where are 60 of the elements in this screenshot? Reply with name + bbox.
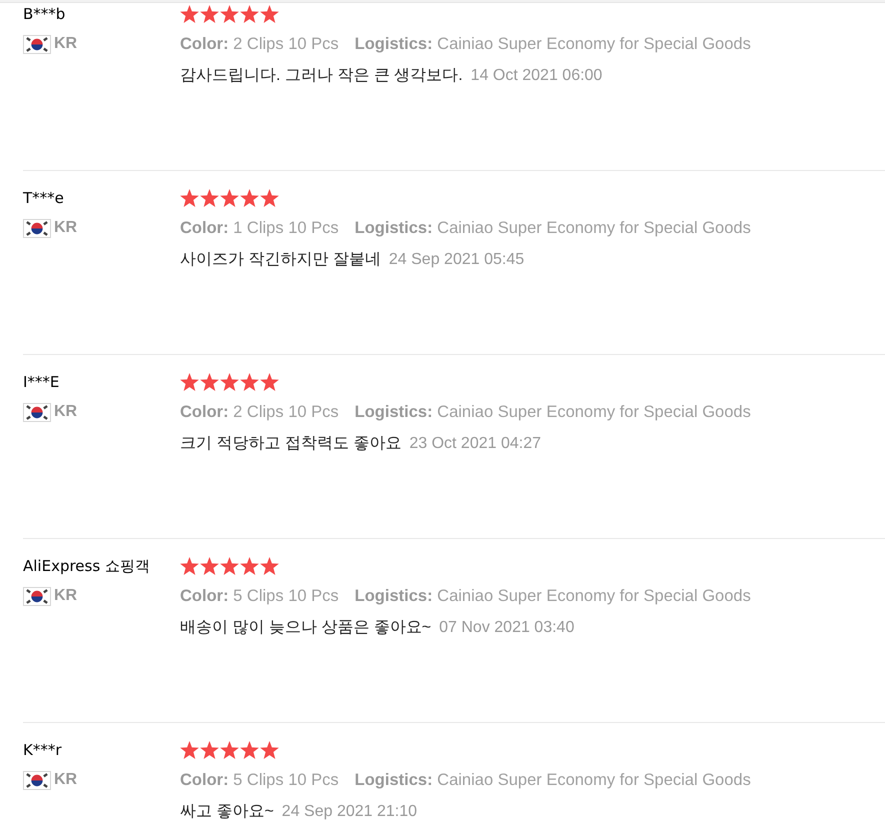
country-code: KR [54, 34, 78, 54]
star-icon [220, 741, 239, 759]
product-attribute: Color: 5 Clips 10 Pcs [180, 586, 339, 606]
star-icon [220, 557, 239, 575]
product-attribute: Color: 5 Clips 10 Pcs [180, 770, 339, 790]
star-icon [200, 557, 219, 575]
flag-icon [23, 770, 51, 790]
star-icon [180, 5, 199, 23]
review-date: 24 Sep 2021 05:45 [388, 250, 524, 270]
review-comment: 싸고 좋아요~ [180, 802, 274, 821]
star-icon [200, 189, 219, 207]
star-icon [220, 373, 239, 391]
star-icon [200, 5, 219, 23]
review-comment: 배송이 많이 늦으나 상품은 좋아요~ [180, 618, 432, 638]
reviewer-name: AliExpress 쇼핑객 [23, 556, 150, 576]
review-date: 23 Oct 2021 04:27 [409, 434, 541, 454]
star-icon [180, 189, 199, 207]
product-attribute: Color: 2 Clips 10 Pcs [180, 402, 339, 422]
country-code: KR [54, 586, 78, 606]
flag-icon [23, 218, 51, 238]
star-icon [240, 5, 259, 23]
country-code: KR [54, 770, 78, 790]
star-icon [260, 741, 279, 759]
star-icon [260, 5, 279, 23]
product-attribute: Color: 1 Clips 10 Pcs [180, 218, 339, 238]
reviewer-name: I***E [23, 372, 60, 392]
review-date: 07 Nov 2021 03:40 [439, 618, 574, 638]
star-icon [240, 741, 259, 759]
product-attribute: Logistics: Cainiao Super Economy for Special Goods [354, 218, 751, 238]
star-icon [180, 741, 199, 759]
review-date: 24 Sep 2021 21:10 [282, 802, 418, 821]
star-icon [240, 373, 259, 391]
reviewer-name: T***e [23, 188, 64, 208]
star-icon [200, 373, 219, 391]
star-icon [220, 5, 239, 23]
star-icon [260, 557, 279, 575]
star-icon [200, 741, 219, 759]
flag-icon [23, 402, 51, 422]
review-comment: 크기 적당하고 접착력도 좋아요 [180, 434, 402, 454]
product-attribute: Logistics: Cainiao Super Economy for Special Goods [354, 34, 751, 54]
star-icon [220, 189, 239, 207]
reviewer-name: B***b [23, 4, 66, 24]
product-attribute: Logistics: Cainiao Super Economy for Special Goods [354, 770, 751, 790]
star-icon [180, 557, 199, 575]
product-attribute: Logistics: Cainiao Super Economy for Special Goods [354, 586, 751, 606]
product-attribute: Color: 2 Clips 10 Pcs [180, 34, 339, 54]
product-attribute: Logistics: Cainiao Super Economy for Special Goods [354, 402, 751, 422]
star-icon [240, 557, 259, 575]
flag-icon [23, 586, 51, 606]
review-date: 14 Oct 2021 06:00 [470, 66, 602, 86]
star-icon [260, 373, 279, 391]
review-comment: 감사드립니다. 그러나 작은 큰 생각보다. [180, 66, 463, 86]
star-icon [240, 189, 259, 207]
flag-icon [23, 34, 51, 54]
country-code: KR [54, 218, 78, 238]
review-comment: 사이즈가 작긴하지만 잘붙네 [180, 250, 381, 270]
reviewer-name: K***r [23, 740, 62, 760]
star-icon [260, 189, 279, 207]
star-icon [180, 373, 199, 391]
country-code: KR [54, 402, 78, 422]
